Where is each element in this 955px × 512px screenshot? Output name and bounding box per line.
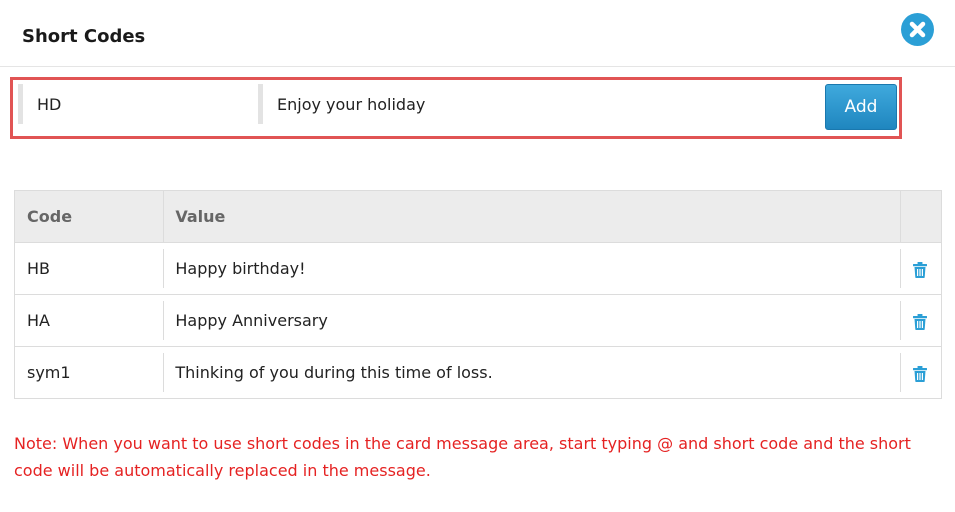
row-value: Happy Anniversary	[163, 294, 900, 347]
trash-icon	[913, 365, 928, 382]
add-short-code-form: Add	[10, 77, 902, 139]
short-codes-table: Code Value HB Happy birthday! HA Happy A…	[14, 190, 942, 399]
row-value: Thinking of you during this time of loss…	[163, 347, 899, 399]
code-input[interactable]	[18, 84, 257, 124]
row-value: Happy birthday!	[163, 242, 900, 295]
table-header-row: Code Value	[14, 190, 942, 243]
table-row: sym1 Thinking of you during this time of…	[15, 347, 942, 399]
close-icon	[909, 21, 926, 38]
column-header-value: Value	[163, 190, 900, 243]
table-row: HB Happy birthday!	[14, 242, 942, 295]
delete-button[interactable]	[899, 347, 942, 399]
value-input[interactable]	[258, 84, 808, 124]
trash-icon	[913, 313, 928, 330]
delete-button[interactable]	[899, 294, 942, 347]
column-header-actions	[899, 190, 942, 243]
usage-note: Note: When you want to use short codes i…	[14, 434, 911, 480]
dialog-title: Short Codes	[22, 26, 146, 47]
row-code: HB	[14, 242, 164, 295]
column-header-code: Code	[14, 190, 164, 243]
add-button[interactable]: Add	[825, 84, 897, 130]
table-row: HA Happy Anniversary	[14, 294, 942, 347]
row-code: HA	[14, 294, 164, 347]
delete-button[interactable]	[899, 242, 942, 295]
trash-icon	[913, 261, 928, 278]
row-code: sym1	[27, 363, 71, 382]
dialog-header: Short Codes	[0, 0, 955, 67]
short-codes-dialog: Short Codes Add Code Value HB Happy birt…	[0, 0, 955, 512]
close-button[interactable]	[901, 13, 934, 46]
